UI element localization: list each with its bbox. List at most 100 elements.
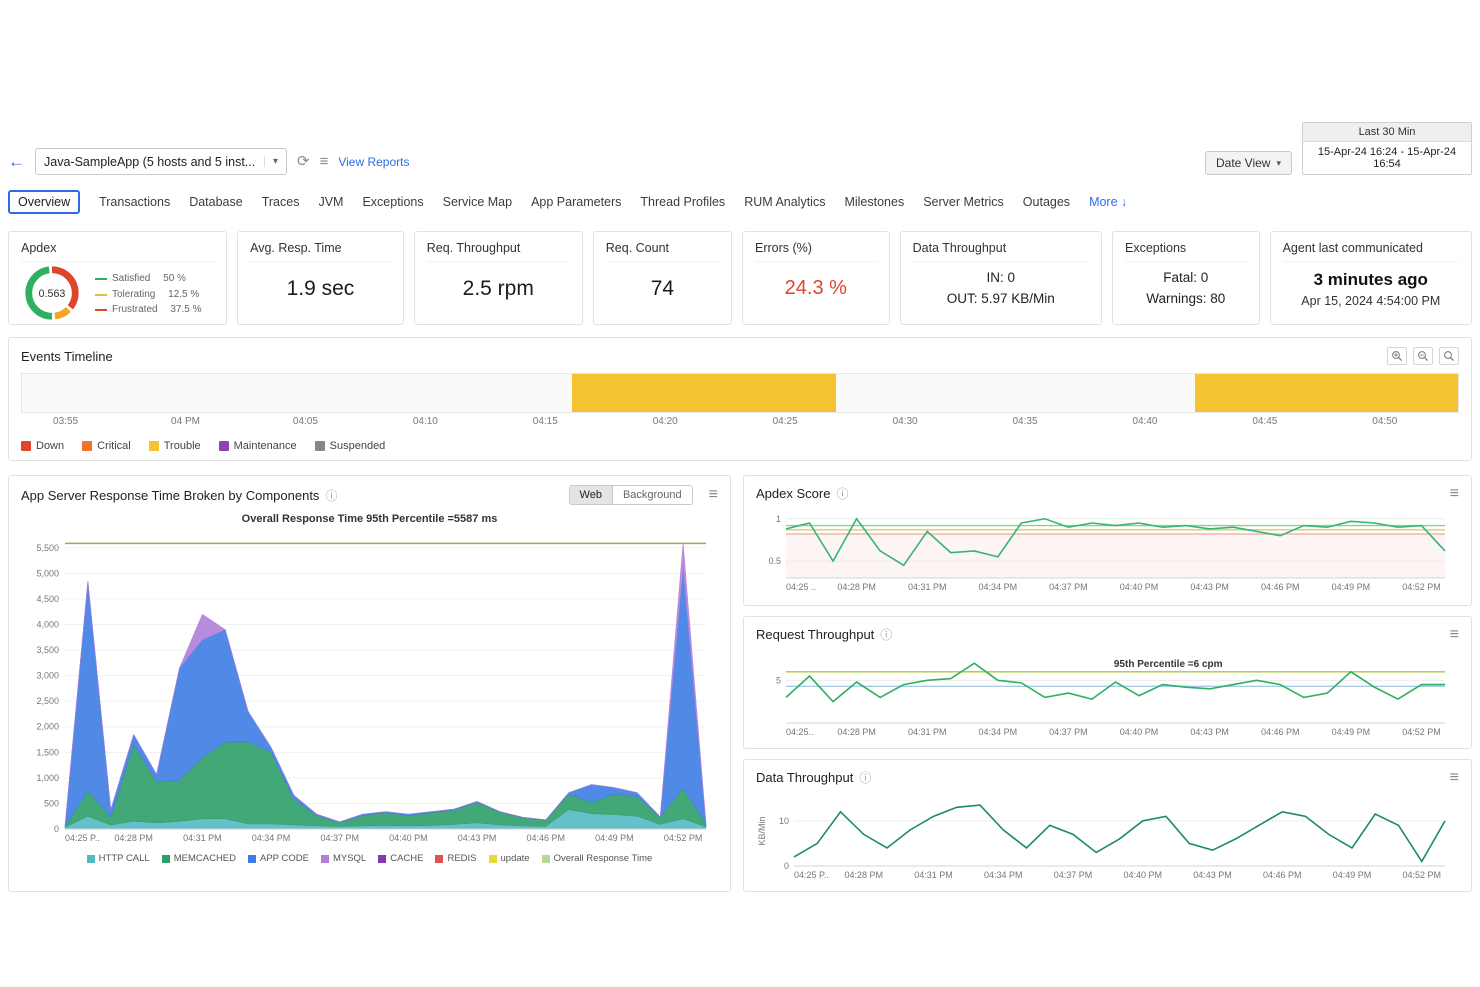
view-reports-link[interactable]: View Reports (338, 155, 409, 169)
tab-transactions[interactable]: Transactions (99, 195, 170, 209)
timeline-segment-trouble[interactable] (1195, 374, 1458, 412)
legend-item-app-code[interactable]: APP CODE (248, 853, 309, 864)
tab-traces[interactable]: Traces (262, 195, 300, 209)
svg-text:04:43 PM: 04:43 PM (1193, 870, 1232, 880)
apdex-score-title: Apdex Score (756, 486, 830, 501)
info-icon[interactable]: ⓘ (325, 487, 337, 504)
kpi-title: Errors (%) (755, 241, 877, 262)
legend-item-cache[interactable]: CACHE (378, 853, 423, 864)
apdex-legend: Satisfied 50 % Tolerating 12.5 % Frustra… (95, 271, 202, 318)
chart-menu-icon[interactable]: ≡ (1450, 770, 1459, 786)
toggle-web[interactable]: Web (570, 486, 613, 504)
request-throughput-panel: Request Throughput ⓘ ≡ 504:25..04:28 PM0… (743, 616, 1472, 749)
date-view-button[interactable]: Date View ▾ (1205, 151, 1292, 175)
legend-item-overall-response-time[interactable]: Overall Response Time (542, 853, 653, 864)
chart-menu-icon[interactable]: ≡ (1450, 627, 1459, 643)
timeline-tick-label: 04:20 (653, 416, 678, 427)
percentile-annotation: Overall Response Time 95th Percentile =5… (21, 513, 718, 525)
timeline-tick-label: 04:15 (533, 416, 558, 427)
svg-text:04:34 PM: 04:34 PM (979, 582, 1018, 592)
legend-item-update[interactable]: update (489, 853, 530, 864)
kpi-title: Avg. Resp. Time (250, 241, 391, 262)
tab-more[interactable]: More ↓ (1089, 195, 1127, 209)
tab-service-map[interactable]: Service Map (443, 195, 512, 209)
legend-item-mysql[interactable]: MYSQL (321, 853, 366, 864)
tab-overview[interactable]: Overview (8, 190, 80, 214)
timeline-tick-label: 04:10 (413, 416, 438, 427)
svg-text:04:46 PM: 04:46 PM (1261, 582, 1300, 592)
kpi-card-data-throughput: Data Throughput IN: 0 OUT: 5.97 KB/Min (900, 231, 1102, 325)
timeline-tick-label: 03:55 (53, 416, 78, 427)
info-icon[interactable]: ⓘ (859, 769, 871, 786)
svg-text:1,500: 1,500 (36, 747, 59, 757)
zoom-out-icon[interactable] (1413, 347, 1433, 365)
application-dropdown[interactable]: Java-SampleApp (5 hosts and 5 inst... ▾ (35, 148, 287, 175)
svg-text:04:37 PM: 04:37 PM (320, 833, 359, 843)
apdex-score-panel: Apdex Score ⓘ ≡ 0.5104:25 ..04:28 PM04:3… (743, 475, 1472, 606)
time-range-picker[interactable]: Last 30 Min 15-Apr-24 16:24 - 15-Apr-24 … (1302, 122, 1472, 175)
apdex-score-chart: 0.5104:25 ..04:28 PM04:31 PM04:34 PM04:3… (756, 502, 1459, 594)
info-icon[interactable]: ⓘ (880, 626, 892, 643)
events-timeline-bar[interactable] (21, 373, 1459, 413)
refresh-icon[interactable]: ⟳ (297, 154, 310, 169)
apm-dashboard: ← Java-SampleApp (5 hosts and 5 inst... … (0, 0, 1480, 892)
back-arrow-icon[interactable]: ← (8, 153, 25, 170)
svg-text:04:49 PM: 04:49 PM (1332, 727, 1371, 737)
legend-item-critical: Critical (82, 440, 131, 452)
chart-menu-icon[interactable]: ≡ (1450, 486, 1459, 502)
tab-outages[interactable]: Outages (1023, 195, 1070, 209)
kpi-card-apdex: Apdex 0.563 Satisfied 50 % Tolerating 12… (8, 231, 227, 325)
svg-text:04:28 PM: 04:28 PM (837, 727, 876, 737)
kpi-value-lines: IN: 0 OUT: 5.97 KB/Min (947, 268, 1055, 310)
svg-text:04:34 PM: 04:34 PM (984, 870, 1023, 880)
svg-text:04:52 PM: 04:52 PM (1402, 870, 1441, 880)
svg-text:500: 500 (44, 798, 59, 808)
tab-app-parameters[interactable]: App Parameters (531, 195, 621, 209)
tab-milestones[interactable]: Milestones (844, 195, 904, 209)
svg-text:04:40 PM: 04:40 PM (1120, 727, 1159, 737)
legend-item-maintenance: Maintenance (219, 440, 297, 452)
svg-text:1,000: 1,000 (36, 773, 59, 783)
tab-jvm[interactable]: JVM (318, 195, 343, 209)
kpi-value: 74 (651, 277, 674, 301)
tab-server-metrics[interactable]: Server Metrics (923, 195, 1004, 209)
svg-text:04:46 PM: 04:46 PM (1261, 727, 1300, 737)
chart-menu-icon[interactable]: ≡ (709, 487, 718, 503)
date-view-label: Date View (1216, 156, 1270, 170)
legend-item-http-call[interactable]: HTTP CALL (87, 853, 150, 864)
kpi-title: Req. Count (606, 241, 719, 262)
kpi-card-req-throughput: Req. Throughput 2.5 rpm (414, 231, 583, 325)
timeline-segment-trouble[interactable] (572, 374, 836, 412)
kpi-value-lines: Fatal: 0 Warnings: 80 (1146, 268, 1225, 310)
svg-text:04:40 PM: 04:40 PM (1120, 582, 1159, 592)
request-throughput-chart: 504:25..04:28 PM04:31 PM04:34 PM04:37 PM… (756, 643, 1459, 739)
tab-exceptions[interactable]: Exceptions (362, 195, 423, 209)
legend-item-memcached[interactable]: MEMCACHED (162, 853, 236, 864)
svg-text:04:25 P..: 04:25 P.. (794, 870, 829, 880)
zoom-reset-icon[interactable] (1439, 347, 1459, 365)
data-throughput-chart: 01004:25 P..04:28 PM04:31 PM04:34 PM04:3… (756, 786, 1459, 882)
timeline-tick-label: 04:30 (893, 416, 918, 427)
response-components-chart: 05001,0001,5002,0002,5003,0003,5004,0004… (21, 527, 718, 845)
tab-thread-profiles[interactable]: Thread Profiles (640, 195, 725, 209)
legend-item-redis[interactable]: REDIS (435, 853, 476, 864)
tab-database[interactable]: Database (189, 195, 243, 209)
tab-rum-analytics[interactable]: RUM Analytics (744, 195, 825, 209)
kpi-value: 2.5 rpm (463, 277, 534, 301)
apdex-donut-gauge: 0.563 (21, 262, 83, 327)
chevron-down-icon: ▾ (1276, 158, 1281, 169)
svg-text:95th Percentile =6 cpm: 95th Percentile =6 cpm (1114, 659, 1223, 670)
svg-text:04:52 PM: 04:52 PM (1402, 582, 1441, 592)
events-timeline-section: Events Timeline 03:5504 PM04:0504:1004:1… (8, 337, 1472, 461)
nav-tabs: Overview Transactions Database Traces JV… (8, 190, 1472, 214)
svg-text:0.5: 0.5 (768, 556, 781, 566)
response-components-panel: App Server Response Time Broken by Compo… (8, 475, 731, 892)
svg-text:04:34 PM: 04:34 PM (979, 727, 1018, 737)
kpi-card-agent-last-communicated: Agent last communicated 3 minutes ago Ap… (1270, 231, 1472, 325)
toggle-background[interactable]: Background (613, 486, 692, 504)
kpi-title: Data Throughput (913, 241, 1089, 262)
zoom-in-icon[interactable] (1387, 347, 1407, 365)
timeline-tick-label: 04:25 (773, 416, 798, 427)
list-menu-icon[interactable]: ≡ (320, 154, 329, 169)
info-icon[interactable]: ⓘ (836, 485, 848, 502)
